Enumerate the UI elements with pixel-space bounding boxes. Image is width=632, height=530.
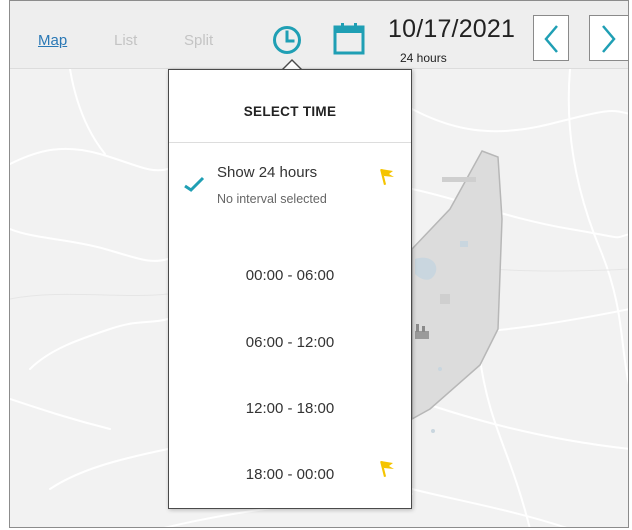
- option-show-24-hours[interactable]: Show 24 hours No interval selected: [169, 158, 411, 218]
- toolbar: Map List Split 10/17/2021 24 hours: [10, 1, 628, 69]
- flag-icon: [379, 168, 395, 191]
- previous-day-button[interactable]: [533, 15, 569, 61]
- chevron-right-icon: [602, 25, 616, 53]
- checkmark-icon: [183, 176, 205, 197]
- app-frame: Map List Split 10/17/2021 24 hours SELEC…: [9, 0, 629, 528]
- selected-date[interactable]: 10/17/2021: [388, 15, 515, 44]
- tab-split[interactable]: Split: [184, 32, 213, 49]
- clock-icon[interactable]: [270, 23, 304, 57]
- duration-label: 24 hours: [400, 51, 447, 65]
- interval-option[interactable]: 12:00 - 18:00: [169, 391, 411, 427]
- show-24-hours-label: Show 24 hours: [217, 164, 318, 181]
- flag-icon: [379, 460, 395, 483]
- popup-title: SELECT TIME: [243, 104, 337, 119]
- interval-option[interactable]: 18:00 - 00:00: [169, 457, 411, 493]
- no-interval-label: No interval selected: [217, 192, 327, 206]
- tab-map[interactable]: Map: [38, 32, 67, 49]
- calendar-icon[interactable]: [332, 21, 366, 57]
- tab-list[interactable]: List: [114, 32, 137, 49]
- interval-option[interactable]: 06:00 - 12:00: [169, 325, 411, 361]
- interval-option[interactable]: 00:00 - 06:00: [169, 258, 411, 294]
- chevron-left-icon: [544, 25, 558, 53]
- select-time-popup: SELECT TIME Show 24 hours No interval se…: [168, 69, 412, 509]
- next-day-button[interactable]: [589, 15, 628, 61]
- divider: [169, 142, 411, 143]
